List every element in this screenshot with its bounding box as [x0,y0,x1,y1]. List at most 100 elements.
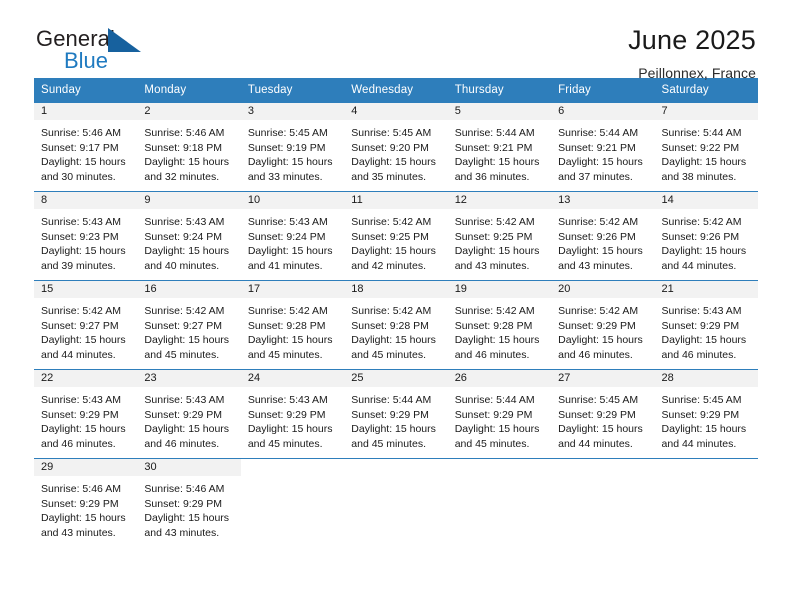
day-cell[interactable]: 20 Sunrise: 5:42 AM Sunset: 9:29 PM Dayligh… [551,280,655,370]
day-detail-sunset: Sunset: 9:26 PM [661,230,740,243]
day-number: 29 [34,459,138,476]
day-detail-sunset: Sunset: 9:17 PM [41,141,119,154]
day-number [344,459,447,476]
calendar-container: Sunday Monday Tuesday Wednesday Thursday Frid… [0,78,792,548]
day-detail-sunset: Sunset: 9:19 PM [247,141,326,154]
day-number: 1 [34,103,138,120]
weekday-header-wednesday: Wednesday [344,78,448,103]
day-cell[interactable]: 21 Sunrise: 5:43 AM Sunset: 9:29 PM Dayligh… [654,280,758,370]
day-details: Sunrise: 5:42 AM Sunset: 9:25 PM Daylight:… [344,209,447,273]
day-detail-daylight-line2: and 42 minutes. [351,259,426,272]
day-cell[interactable]: 16 Sunrise: 5:42 AM Sunset: 9:27 PM Dayligh… [137,280,241,370]
day-details [551,476,654,482]
day-details: Sunrise: 5:42 AM Sunset: 9:28 PM Daylight:… [241,298,344,362]
day-cell[interactable]: 15 Sunrise: 5:42 AM Sunset: 9:27 PM Dayligh… [34,280,138,370]
day-details: Sunrise: 5:42 AM Sunset: 9:28 PM Daylight:… [344,298,447,362]
calendar-body: 1 Sunrise: 5:46 AM Sunset: 9:17 PM Daylight… [34,102,758,548]
day-cell[interactable]: 2 Sunrise: 5:46 AM Sunset: 9:18 PM Daylight… [137,102,241,192]
day-number: 9 [137,192,241,209]
day-detail-sunrise: Sunrise: 5:43 AM [41,216,121,228]
day-cell[interactable]: 7 Sunrise: 5:44 AM Sunset: 9:22 PM Daylight… [654,102,758,192]
day-number: 11 [344,192,448,209]
day-detail-sunset: Sunset: 9:25 PM [351,230,429,243]
day-detail-sunrise: Sunrise: 5:44 AM [558,127,639,139]
day-detail-daylight-line1: Daylight: 15 hours [247,423,333,436]
day-cell[interactable]: 29 Sunrise: 5:46 AM Sunset: 9:29 PM Dayligh… [34,458,138,548]
day-cell[interactable]: 19 Sunrise: 5:42 AM Sunset: 9:28 PM Dayligh… [447,280,552,370]
day-cell[interactable]: 3 Sunrise: 5:45 AM Sunset: 9:19 PM Daylight… [240,102,345,192]
day-cell[interactable]: 6 Sunrise: 5:44 AM Sunset: 9:21 PM Daylight… [551,102,655,192]
day-details: Sunrise: 5:42 AM Sunset: 9:27 PM Daylight:… [34,298,137,362]
day-cell[interactable]: 18 Sunrise: 5:42 AM Sunset: 9:28 PM Dayligh… [344,280,448,370]
page-title: June 2025 [628,25,756,55]
blue-triangle-icon [108,28,141,52]
day-detail-sunset: Sunset: 9:29 PM [661,319,740,332]
day-detail-sunset: Sunset: 9:29 PM [144,497,223,510]
day-details [448,476,551,482]
day-detail-daylight-line2: and 39 minutes. [41,259,116,272]
day-cell[interactable]: 11 Sunrise: 5:42 AM Sunset: 9:25 PM Dayligh… [344,191,448,281]
day-detail-sunset: Sunset: 9:24 PM [144,230,223,243]
day-detail-daylight-line2: and 46 minutes. [558,348,633,361]
day-details: Sunrise: 5:44 AM Sunset: 9:22 PM Daylight:… [655,120,758,184]
day-number: 7 [654,103,758,120]
day-detail-daylight-line1: Daylight: 15 hours [351,245,436,258]
day-detail-daylight-line2: and 43 minutes. [41,526,116,539]
day-details: Sunrise: 5:43 AM Sunset: 9:24 PM Daylight:… [137,209,240,273]
day-cell[interactable]: 13 Sunrise: 5:42 AM Sunset: 9:26 PM Dayligh… [551,191,655,281]
day-detail-sunset: Sunset: 9:29 PM [144,408,223,421]
day-detail-daylight-line2: and 45 minutes. [454,437,530,450]
day-cell[interactable]: 25 Sunrise: 5:44 AM Sunset: 9:29 PM Dayligh… [344,369,448,459]
day-details: Sunrise: 5:42 AM Sunset: 9:29 PM Daylight:… [551,298,654,362]
calendar-week-row: 22 Sunrise: 5:43 AM Sunset: 9:29 PM Dayligh… [34,369,758,459]
day-detail-sunset: Sunset: 9:20 PM [351,141,429,154]
day-details: Sunrise: 5:46 AM Sunset: 9:29 PM Daylight:… [137,476,240,540]
day-number [655,459,758,476]
day-detail-sunrise: Sunrise: 5:42 AM [351,305,432,317]
day-details: Sunrise: 5:45 AM Sunset: 9:19 PM Daylight:… [241,120,344,184]
day-cell[interactable]: 5 Sunrise: 5:44 AM Sunset: 9:21 PM Daylight… [447,102,552,192]
day-cell[interactable]: 24 Sunrise: 5:43 AM Sunset: 9:29 PM Dayligh… [240,369,345,459]
general-blue-logo[interactable]: General Blue [36,26,156,78]
day-details: Sunrise: 5:44 AM Sunset: 9:29 PM Daylight:… [344,387,447,451]
day-details: Sunrise: 5:43 AM Sunset: 9:29 PM Daylight:… [34,387,137,451]
day-details: Sunrise: 5:46 AM Sunset: 9:29 PM Daylight:… [34,476,137,540]
day-detail-daylight-line2: and 44 minutes. [558,437,633,450]
day-detail-daylight-line1: Daylight: 15 hours [247,156,333,169]
day-cell[interactable]: 22 Sunrise: 5:43 AM Sunset: 9:29 PM Dayligh… [34,369,138,459]
day-detail-daylight-line2: and 45 minutes. [247,437,323,450]
weekday-header-friday: Friday [551,78,655,103]
day-detail-sunset: Sunset: 9:28 PM [454,319,533,332]
day-detail-daylight-line2: and 44 minutes. [661,259,737,272]
day-detail-sunrise: Sunrise: 5:42 AM [351,216,432,228]
day-detail-daylight-line1: Daylight: 15 hours [144,423,230,436]
day-number: 28 [654,370,758,387]
day-cell[interactable]: 26 Sunrise: 5:44 AM Sunset: 9:29 PM Dayligh… [447,369,552,459]
day-cell[interactable]: 8 Sunrise: 5:43 AM Sunset: 9:23 PM Daylight… [34,191,138,281]
day-detail-daylight-line2: and 43 minutes. [454,259,530,272]
day-cell[interactable]: 28 Sunrise: 5:45 AM Sunset: 9:29 PM Dayligh… [654,369,758,459]
day-cell-empty [344,458,448,548]
day-cell[interactable]: 27 Sunrise: 5:45 AM Sunset: 9:29 PM Dayligh… [551,369,655,459]
day-detail-sunrise: Sunrise: 5:43 AM [144,216,225,228]
title-block: June 2025 Peillonnex, France [628,25,756,80]
day-cell[interactable]: 17 Sunrise: 5:42 AM Sunset: 9:28 PM Dayligh… [240,280,345,370]
day-cell[interactable]: 23 Sunrise: 5:43 AM Sunset: 9:29 PM Dayligh… [137,369,241,459]
day-detail-daylight-line2: and 38 minutes. [661,170,737,183]
day-cell[interactable]: 9 Sunrise: 5:43 AM Sunset: 9:24 PM Daylight… [137,191,241,281]
day-detail-daylight-line1: Daylight: 15 hours [41,245,126,258]
day-cell[interactable]: 10 Sunrise: 5:43 AM Sunset: 9:24 PM Dayligh… [240,191,345,281]
day-number: 8 [34,192,138,209]
day-cell[interactable]: 1 Sunrise: 5:46 AM Sunset: 9:17 PM Daylight… [34,102,138,192]
day-cell[interactable]: 14 Sunrise: 5:42 AM Sunset: 9:26 PM Dayligh… [654,191,758,281]
day-number: 13 [551,192,655,209]
day-detail-daylight-line2: and 46 minutes. [454,348,530,361]
day-details [655,476,758,482]
day-cell[interactable]: 4 Sunrise: 5:45 AM Sunset: 9:20 PM Daylight… [344,102,448,192]
day-detail-daylight-line2: and 45 minutes. [247,348,323,361]
day-detail-sunrise: Sunrise: 5:44 AM [454,127,535,139]
day-cell-empty [240,458,345,548]
day-number: 30 [137,459,241,476]
day-cell[interactable]: 30 Sunrise: 5:46 AM Sunset: 9:29 PM Dayligh… [137,458,241,548]
day-cell[interactable]: 12 Sunrise: 5:42 AM Sunset: 9:25 PM Dayligh… [447,191,552,281]
